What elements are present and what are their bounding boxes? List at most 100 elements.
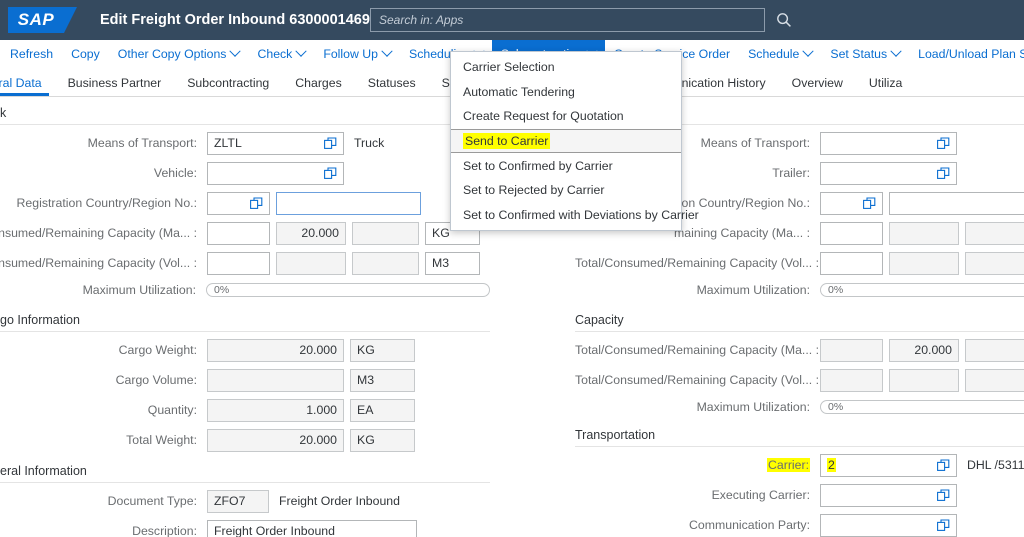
- toolbar-item-follow-up[interactable]: Follow Up: [314, 40, 400, 68]
- cargo-weight-input: 20.000: [207, 339, 344, 362]
- description-input[interactable]: Freight Order Inbound: [207, 520, 417, 537]
- tab-utiliza[interactable]: Utiliza: [856, 76, 915, 96]
- menu-item-set-to-confirmed-by-carrier[interactable]: Set to Confirmed by Carrier: [451, 153, 681, 178]
- toolbar-item-load-unload-plan-status-stop[interactable]: Load/Unload Plan Status (Stop): [909, 40, 1024, 68]
- capacity-volume-remaining-input: [352, 252, 419, 275]
- capacity-mass-label: /Consumed/Remaining Capacity (Ma... :: [0, 226, 207, 240]
- capacity-mass-label-cap: Total/Consumed/Remaining Capacity (Ma...…: [575, 343, 820, 357]
- cargo-section-title: go Information: [0, 305, 490, 331]
- quantity-input: 1.000: [207, 399, 344, 422]
- means-of-transport-input[interactable]: ZLTL: [207, 132, 344, 155]
- sap-logo[interactable]: SAP: [8, 7, 64, 33]
- tab-charges[interactable]: Charges: [282, 76, 354, 96]
- registration-number-input[interactable]: [276, 192, 421, 215]
- means-of-transport-value: ZLTL: [214, 136, 320, 150]
- cargo-weight-value: 20.000: [214, 343, 337, 357]
- capacity-volume-total-input-right[interactable]: [820, 252, 883, 275]
- max-utilization-progress: 0%: [206, 283, 490, 297]
- document-type-text: Freight Order Inbound: [279, 494, 400, 508]
- communication-party-input[interactable]: [820, 514, 957, 537]
- section-divider: [575, 446, 1024, 447]
- tab-statuses[interactable]: Statuses: [355, 76, 429, 96]
- value-help-icon[interactable]: [937, 167, 950, 180]
- section-divider: [575, 331, 1024, 332]
- registration-number-input-right[interactable]: [889, 192, 1024, 215]
- capacity-mass-total-input-right[interactable]: [820, 222, 883, 245]
- registration-label: Registration Country/Region No.:: [0, 196, 207, 210]
- menu-item-label: Set to Confirmed by Carrier: [463, 159, 613, 173]
- value-help-icon[interactable]: [937, 137, 950, 150]
- value-help-icon[interactable]: [937, 519, 950, 532]
- menu-item-set-to-rejected-by-carrier[interactable]: Set to Rejected by Carrier: [451, 178, 681, 203]
- capacity-mass-total-input-cap: [820, 339, 883, 362]
- capacity-volume-total-input[interactable]: [207, 252, 270, 275]
- cargo-volume-uom-input: M3: [350, 369, 415, 392]
- capacity-volume-total-input-cap: [820, 369, 883, 392]
- capacity-mass-total-input[interactable]: [207, 222, 270, 245]
- registration-country-input[interactable]: [207, 192, 270, 215]
- value-help-icon[interactable]: [324, 137, 337, 150]
- field-row-total-weight: Total Weight: 20.000 KG: [0, 428, 490, 452]
- toolbar-item-check[interactable]: Check: [248, 40, 314, 68]
- value-help-icon[interactable]: [863, 197, 876, 210]
- field-row-carrier: Carrier: 2 DHL /5311...: [575, 453, 1024, 477]
- total-weight-input: 20.000: [207, 429, 344, 452]
- toolbar-item-copy[interactable]: Copy: [62, 40, 109, 68]
- tab-overview[interactable]: Overview: [779, 76, 856, 96]
- trailer-input[interactable]: [820, 162, 957, 185]
- means-of-transport-input-right[interactable]: [820, 132, 957, 155]
- value-help-icon[interactable]: [324, 167, 337, 180]
- toolbar-item-schedule[interactable]: Schedule: [739, 40, 821, 68]
- vehicle-input[interactable]: [207, 162, 344, 185]
- search-input[interactable]: [370, 8, 765, 32]
- tab-business-partner[interactable]: Business Partner: [55, 76, 175, 96]
- menu-item-label: Automatic Tendering: [463, 85, 575, 99]
- carrier-input[interactable]: 2: [820, 454, 957, 477]
- field-row-cargo-volume: Cargo Volume: M3: [0, 368, 490, 392]
- tab-eneral-data[interactable]: eneral Data: [0, 76, 55, 96]
- page-title: Edit Freight Order Inbound 6300001469: [100, 12, 370, 28]
- section-divider: [0, 482, 490, 483]
- max-utilization-progress-cap: 0%: [820, 400, 1024, 414]
- capacity-volume-label-right: Total/Consumed/Remaining Capacity (Vol..…: [575, 256, 820, 270]
- transportation-section-title: Transportation: [575, 422, 1024, 446]
- menu-item-automatic-tendering[interactable]: Automatic Tendering: [451, 80, 681, 105]
- toolbar-item-other-copy-options[interactable]: Other Copy Options: [109, 40, 249, 68]
- capacity-volume-consumed-input-cap: [889, 369, 959, 392]
- menu-item-carrier-selection[interactable]: Carrier Selection: [451, 55, 681, 80]
- field-row-description: Description: Freight Order Inbound: [0, 519, 490, 537]
- shell-header: SAP Edit Freight Order Inbound 630000146…: [0, 0, 1024, 40]
- field-row-max-utilization: Maximum Utilization: 0%: [0, 281, 490, 299]
- cargo-volume-label: Cargo Volume:: [0, 373, 207, 387]
- menu-item-create-request-for-quotation[interactable]: Create Request for Quotation: [451, 104, 681, 129]
- value-help-icon[interactable]: [937, 459, 950, 472]
- toolbar-item-label: Schedule: [748, 47, 799, 61]
- capacity-volume-remaining-input-right: [965, 252, 1024, 275]
- registration-country-input-right[interactable]: [820, 192, 883, 215]
- search-icon[interactable]: [772, 8, 796, 32]
- field-row-max-utilization-cap: Maximum Utilization: 0%: [575, 398, 1024, 416]
- menu-item-send-to-carrier[interactable]: Send to Carrier: [451, 129, 681, 154]
- toolbar-item-refresh[interactable]: Refresh: [0, 40, 62, 68]
- cargo-weight-uom-value: KG: [357, 343, 408, 357]
- cargo-weight-uom-input: KG: [350, 339, 415, 362]
- capacity-volume-uom-input[interactable]: M3: [425, 252, 480, 275]
- executing-carrier-input[interactable]: [820, 484, 957, 507]
- chevron-down-icon: [230, 46, 241, 57]
- capacity-volume-consumed-input: [276, 252, 346, 275]
- means-of-transport-label: Means of Transport:: [0, 136, 207, 150]
- toolbar-item-set-status[interactable]: Set Status: [821, 40, 909, 68]
- field-row-means-of-transport: Means of Transport: ZLTL Truck: [0, 131, 490, 155]
- field-row-registration: Registration Country/Region No.:: [0, 191, 490, 215]
- tab-subcontracting[interactable]: Subcontracting: [174, 76, 282, 96]
- value-help-icon[interactable]: [250, 197, 263, 210]
- quantity-uom-value: EA: [357, 403, 408, 417]
- capacity-mass-consumed-input: 20.000: [276, 222, 346, 245]
- total-weight-uom-value: KG: [357, 433, 408, 447]
- max-utilization-value: 0%: [214, 284, 229, 296]
- max-utilization-progress-right: 0%: [820, 283, 1024, 297]
- description-label: Description:: [0, 524, 207, 537]
- menu-item-set-to-confirmed-with-deviations-by-carrier[interactable]: Set to Confirmed with Deviations by Carr…: [451, 203, 681, 228]
- value-help-icon[interactable]: [937, 489, 950, 502]
- document-type-label: Document Type:: [0, 494, 207, 508]
